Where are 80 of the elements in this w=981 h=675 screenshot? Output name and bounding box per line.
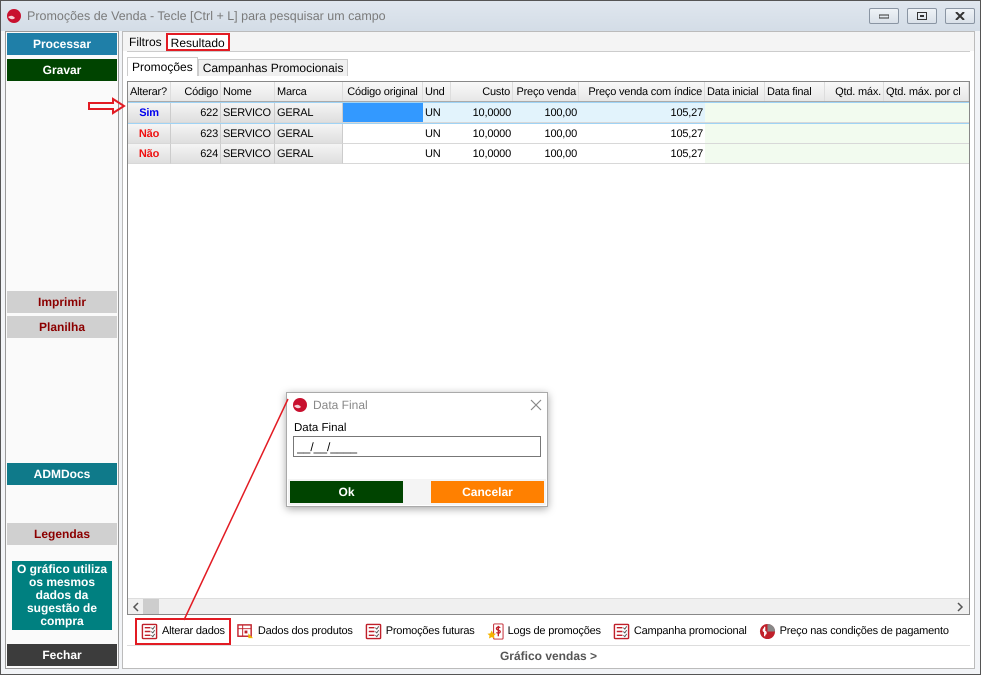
annotation-arrow [88,97,126,115]
toolbar-button[interactable]: Preço nas condições de pagamento [752,618,955,644]
tab[interactable]: Filtros [125,33,166,51]
table-cell: 100,00 [513,144,579,164]
table-row[interactable]: Não 624 SERVICO GERAL UN 10,0000 100,00 105,27 [128,144,969,164]
minimize-icon [879,13,889,19]
column-header[interactable]: Qtd. máx. [825,82,884,101]
column-header[interactable]: Nome [221,82,275,101]
table-cell: SERVICO [221,144,275,164]
column-header[interactable]: Código original [343,82,423,101]
sidebar-section[interactable]: Legendas [7,523,117,545]
dialog-logo-icon [292,397,308,413]
close-icon[interactable] [530,399,542,411]
pie-chart-icon [758,622,776,640]
toolbar-button[interactable]: Alterar dados [135,618,231,644]
chart-link[interactable]: Gráfico vendas > [500,649,598,663]
table-cell: 622 [171,103,221,123]
column-header[interactable]: Und [423,82,451,101]
table-cell: UN [423,103,451,123]
table-cell: 10,0000 [451,103,513,123]
table-cell: Sim [128,103,171,123]
column-header[interactable]: Preço venda [513,82,579,101]
table-cell: 10,0000 [451,124,513,144]
table-cell: GERAL [275,124,343,144]
column-header[interactable]: Marca [275,82,343,101]
table-cell: UN [423,144,451,164]
table-cell: 623 [171,124,221,144]
dialog-title: Data Final [313,398,369,412]
checklist-icon [364,622,382,640]
scroll-right-icon[interactable] [955,602,965,612]
minimize-button[interactable] [869,8,899,24]
table-icon [236,622,254,640]
close-button[interactable] [945,8,975,24]
column-header[interactable]: Custo [451,82,513,101]
column-header[interactable]: Alterar? [128,82,171,101]
sidebar-button[interactable]: Processar [7,33,117,55]
table-cell: 100,00 [513,124,579,144]
date-field[interactable]: __/__/____ [293,436,541,457]
toolbar-button[interactable]: Logs de promoções [480,618,607,644]
table-cell: 624 [171,144,221,164]
app-logo-icon [6,8,22,24]
star-dollar-icon [486,622,504,640]
tab[interactable]: Campanhas Promocionais [198,59,348,76]
close-icon [955,12,965,20]
column-header[interactable]: Data inicial [705,82,765,101]
toolbar-button[interactable]: Dados dos produtos [230,618,359,644]
sidebar-section[interactable]: Planilha [7,316,117,338]
legend-note: O gráfico utiliza os mesmos dados da sugestão de compra [12,561,112,630]
maximize-icon [917,12,927,20]
tab[interactable]: Promoções [127,57,198,76]
column-header[interactable]: Qtd. máx. por cl [884,82,969,101]
table-cell: GERAL [275,103,343,123]
window-title: Promoções de Venda - Tecle [Ctrl + L] para pesquisar um campo [27,9,387,23]
toolbar-button[interactable]: Promoções futuras [358,618,481,644]
table-cell: SERVICO [221,124,275,144]
sidebar-button[interactable]: Gravar [7,59,117,81]
table-row[interactable]: Não 623 SERVICO GERAL UN 10,0000 100,00 105,27 [128,124,969,144]
sidebar-button[interactable]: Fechar [7,644,117,666]
sidebar-button[interactable]: ADMDocs [7,463,117,485]
ok-button[interactable]: Ok [290,481,403,503]
table-cell: Não [128,144,171,164]
field-label: Data Final [294,422,346,434]
scroll-left-icon[interactable] [131,602,141,612]
maximize-button[interactable] [907,8,937,24]
table-cell: SERVICO [221,103,275,123]
column-header[interactable]: Data final [765,82,825,101]
checklist-icon [141,622,158,640]
table-row[interactable]: Sim 622 SERVICO GERAL UN 10,0000 100,00 105,27 [128,102,969,124]
table-cell: UN [423,124,451,144]
table-cell: 100,00 [513,103,579,123]
toolbar-button[interactable]: Campanha promocional [606,618,753,644]
tab[interactable]: Resultado [166,33,230,51]
scrollbar-thumb[interactable] [143,599,159,614]
checklist-icon [612,622,630,640]
sidebar-section[interactable]: Imprimir [7,291,117,313]
column-header[interactable]: Preço venda com índice [579,82,705,101]
column-header[interactable]: Código [171,82,221,101]
table-cell: GERAL [275,144,343,164]
table-cell: Não [128,124,171,144]
table-cell: 10,0000 [451,144,513,164]
